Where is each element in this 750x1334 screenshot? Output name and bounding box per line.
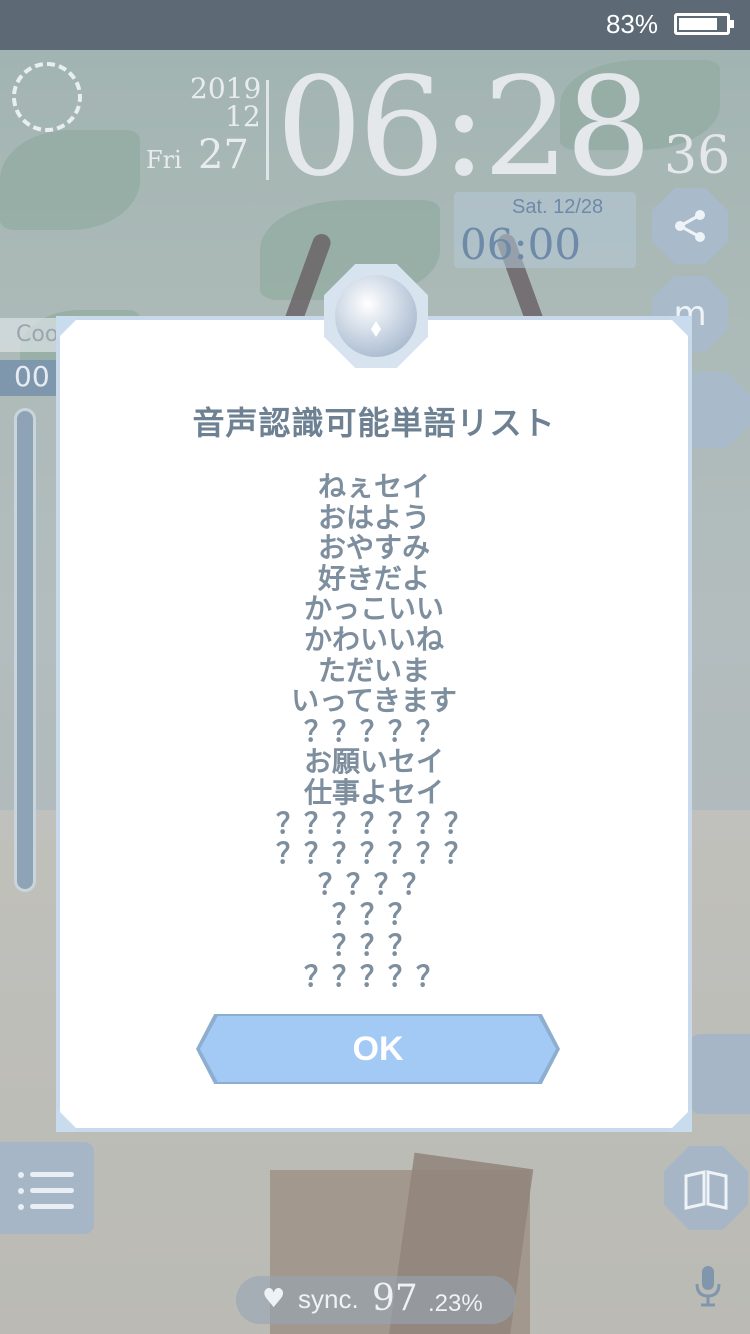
word-list-item: かっこいい	[303, 592, 444, 626]
word-list-item: ？？？？	[317, 867, 430, 901]
word-list-item: 仕事よセイ	[303, 775, 444, 809]
sync-value: 97	[372, 1278, 418, 1319]
word-list-item: ？？？？？？？	[275, 837, 472, 871]
side-value: 00	[0, 360, 60, 396]
clock-seconds: 36	[664, 126, 731, 186]
word-list-item: ？？？？？	[303, 714, 444, 748]
word-list-item: ？？？	[331, 898, 416, 932]
alarm-date: Sat. 12/28	[512, 196, 604, 218]
list-icon	[18, 1172, 24, 1178]
word-list: ねぇセイ おはよう おやすみ 好きだよ かっこいい かわいいね ただいま いってきます？？？？…	[60, 470, 688, 993]
dialog-corner	[668, 316, 692, 340]
menu-button[interactable]	[0, 1142, 94, 1234]
word-list-item: お願いセイ	[303, 745, 444, 779]
word-list-item: おやすみ	[317, 531, 430, 565]
gem-icon	[335, 275, 417, 357]
list-icon-line	[30, 1204, 74, 1209]
word-list-item: ただいま	[317, 653, 430, 687]
ok-button-label: OK	[352, 1030, 404, 1068]
word-list-item: 好きだよ	[317, 561, 430, 595]
word-list-item: ？？？	[331, 928, 416, 962]
battery-level	[679, 18, 717, 30]
list-icon-line	[30, 1172, 74, 1177]
dialog-corner	[56, 316, 80, 340]
clock-time: 06:28	[276, 49, 652, 207]
sleep-button[interactable]	[690, 1034, 750, 1114]
voice-word-list-dialog: 音声認識可能単語リスト ねぇセイ おはよう おやすみ 好きだよ かっこいい かわいいね ただ…	[56, 316, 692, 1132]
dialog-title: 音声認識可能単語リスト	[192, 404, 556, 442]
word-list-item: おはよう	[317, 500, 430, 534]
word-list-item: ？？？？？？？	[275, 806, 472, 840]
word-list-item: ？？？？？	[303, 959, 444, 993]
weather-sun-icon[interactable]	[12, 62, 82, 132]
alarm-time: 06:00	[460, 220, 582, 269]
alarm-display[interactable]: Sat. 12/28 06:00	[454, 192, 636, 269]
clock-divider	[266, 80, 269, 180]
clock-month: 12	[225, 100, 261, 133]
heart-icon: ♥	[262, 1284, 286, 1314]
sync-label: sync.	[298, 1284, 359, 1314]
list-icon-dot	[18, 1188, 24, 1194]
gem-emblem-icon	[324, 264, 428, 368]
clock-weekday: Fri	[146, 146, 182, 174]
word-list-item: いってきます	[291, 684, 457, 718]
list-icon-line	[30, 1188, 74, 1193]
battery-percent: 83%	[605, 9, 658, 39]
list-icon-dot	[18, 1204, 24, 1210]
dialog-corner	[668, 1108, 692, 1132]
sync-indicator: ♥ sync. 97 .23%	[236, 1276, 516, 1324]
battery-icon	[674, 13, 734, 35]
status-bar: 83%	[0, 0, 750, 50]
word-list-item: かわいいね	[303, 622, 444, 656]
sync-decimal: .23%	[428, 1290, 483, 1317]
gem-drop	[371, 321, 381, 337]
vertical-slider[interactable]	[14, 408, 36, 892]
clock-day: 27	[198, 132, 249, 178]
dialog-corner	[56, 1108, 80, 1132]
share-icon	[675, 210, 705, 242]
mic-icon[interactable]	[694, 1264, 722, 1308]
share-button[interactable]	[652, 188, 728, 264]
ok-button[interactable]: OK	[200, 1016, 556, 1082]
word-list-item: ねぇセイ	[317, 470, 430, 503]
